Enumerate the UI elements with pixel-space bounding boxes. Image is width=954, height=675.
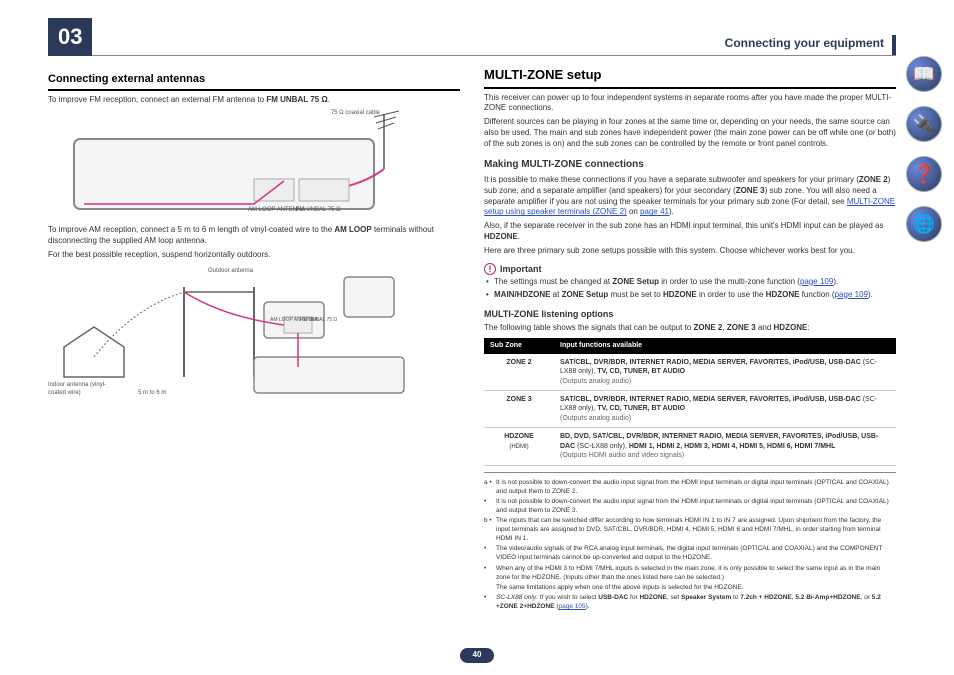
fm-reception-text: To improve FM reception, connect an exte…	[48, 95, 460, 106]
footnote-b3: •When any of the HDMI 3 to HDMI 7/MHL in…	[484, 564, 896, 582]
page-number: 40	[460, 648, 494, 663]
footnote-b4: •SC-LX88 only: If you wish to select USB…	[484, 593, 896, 611]
footnote-b3b: The same limitations apply when one of t…	[484, 583, 896, 592]
th-input-functions: Input functions available	[554, 338, 896, 353]
footnote-a2: •It is not possible to down-convert the …	[484, 497, 896, 515]
making-p1: It is possible to make these connections…	[484, 175, 896, 218]
important-callout: ! Important	[484, 263, 896, 275]
important-icon: !	[484, 263, 496, 275]
zones-table: Sub Zone Input functions available ZONE …	[484, 338, 896, 465]
th-subzone: Sub Zone	[484, 338, 554, 353]
footnote-a1: a •It is not possible to down-convert th…	[484, 478, 896, 496]
fm-unbal-port-label-2: FM UNBAL 75 Ω	[300, 317, 337, 324]
important-bullets: The settings must be changed at ZONE Set…	[484, 277, 896, 301]
footnotes: a •It is not possible to down-convert th…	[484, 472, 896, 611]
top-bar: 03 Connecting your equipment	[48, 20, 896, 56]
multizone-intro-2: Different sources can be playing in four…	[484, 117, 896, 149]
link-page-105[interactable]: page 105	[559, 603, 586, 610]
heading-multizone: MULTI-ZONE setup	[484, 66, 896, 89]
link-page-41[interactable]: page 41	[640, 207, 669, 216]
important-bullet-1: The settings must be changed at ZONE Set…	[484, 277, 896, 288]
important-bullet-2: MAIN/HDZONE at ZONE Setup must be set to…	[484, 290, 896, 301]
outdoor-antenna-label: Outdoor antenna	[208, 267, 253, 275]
header-title: Connecting your equipment	[92, 35, 896, 55]
wire-length-label: 5 m to 6 m	[138, 389, 166, 397]
content-columns: Connecting external antennas To improve …	[48, 66, 896, 612]
best-reception-text: For the best possible reception, suspend…	[48, 250, 460, 261]
footnote-b2: •The video/audio signals of the RCA anal…	[484, 544, 896, 562]
making-p3: Here are three primary sub zone setups p…	[484, 246, 896, 257]
chapter-number: 03	[48, 18, 92, 56]
right-column: MULTI-ZONE setup This receiver can power…	[484, 66, 896, 612]
book-icon[interactable]: 📖	[906, 56, 942, 92]
receiver-icon[interactable]: 🔌	[906, 106, 942, 142]
heading-listening-options: MULTI-ZONE listening options	[484, 308, 896, 320]
table-row: ZONE 3SAT/CBL, DVR/BDR, INTERNET RADIO, …	[484, 391, 896, 428]
footnote-b1: b •The inputs that can be switched diffe…	[484, 516, 896, 543]
side-nav: 📖 🔌 ❓ 🌐	[906, 56, 946, 242]
multizone-intro-1: This receiver can power up to four indep…	[484, 93, 896, 115]
functions-cell: SAT/CBL, DVR/BDR, INTERNET RADIO, MEDIA …	[554, 391, 896, 428]
fm-unbal-port-label: FM UNBAL 75 Ω	[296, 206, 341, 214]
left-column: Connecting external antennas To improve …	[48, 66, 460, 612]
link-page-109-a[interactable]: page 109	[800, 277, 833, 286]
important-label: Important	[500, 263, 542, 275]
functions-cell: SAT/CBL, DVR/BDR, INTERNET RADIO, MEDIA …	[554, 354, 896, 391]
table-row: ZONE 2SAT/CBL, DVR/BDR, INTERNET RADIO, …	[484, 354, 896, 391]
table-row: HDZONE(HDMI) BD, DVD, SAT/CBL, DVR/BDR, …	[484, 428, 896, 465]
diagram-am-antenna: Outdoor antenna Indoor antenna (vinyl-co…	[48, 267, 460, 397]
zone-cell: ZONE 2	[484, 354, 554, 391]
am-reception-text: To improve AM reception, connect a 5 m t…	[48, 225, 460, 247]
heading-external-antennas: Connecting external antennas	[48, 72, 460, 91]
making-p2: Also, if the separate receiver in the su…	[484, 221, 896, 243]
fm-antenna-svg	[48, 109, 460, 219]
functions-cell: BD, DVD, SAT/CBL, DVR/BDR, INTERNET RADI…	[554, 428, 896, 465]
heading-making-connections: Making MULTI-ZONE connections	[484, 158, 896, 172]
coax-cable-label: 75 Ω coaxial cable	[331, 109, 380, 117]
zone-cell: ZONE 3	[484, 391, 554, 428]
network-icon[interactable]: 🌐	[906, 206, 942, 242]
help-icon[interactable]: ❓	[906, 156, 942, 192]
diagram-fm-antenna: 75 Ω coaxial cable AM LOOP ANTENNA FM UN…	[48, 109, 460, 223]
indoor-antenna-label: Indoor antenna (vinyl-coated wire)	[48, 381, 108, 397]
listening-intro: The following table shows the signals th…	[484, 323, 896, 334]
zone-cell: HDZONE(HDMI)	[484, 428, 554, 465]
am-antenna-svg	[48, 267, 460, 397]
link-page-109-b[interactable]: page 109	[835, 290, 868, 299]
